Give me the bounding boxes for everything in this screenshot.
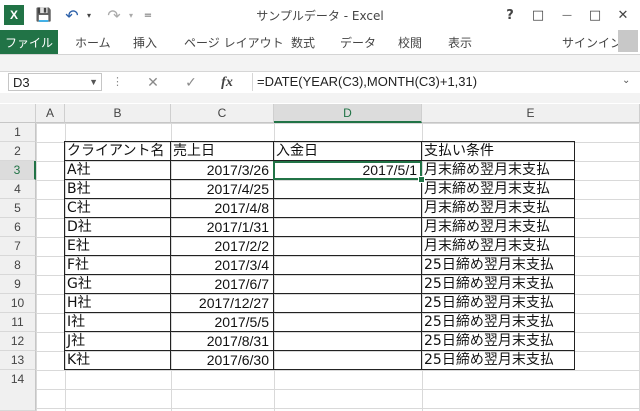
formula-bar: D3 ▼ ⋮ ✕ ✓ fx =DATE(YEAR(C3),MONTH(C3)+1… xyxy=(0,71,640,95)
cancel-entry-button[interactable]: ✕ xyxy=(142,74,164,92)
cell-terms[interactable]: 月末締め翌月末支払 xyxy=(421,179,575,199)
tab-view[interactable]: 表示 xyxy=(448,30,472,54)
cell-terms[interactable]: 月末締め翌月末支払 xyxy=(421,236,575,256)
formula-bar-resize-handle[interactable]: ⋮ xyxy=(112,75,123,88)
cell-sales-date[interactable]: 2017/4/8 xyxy=(170,198,274,218)
cell-payment-date[interactable] xyxy=(273,236,422,256)
cell-sales-date[interactable]: 2017/6/30 xyxy=(170,350,274,370)
cell-client[interactable]: J社 xyxy=(64,331,171,351)
cell-sales-date[interactable]: 2017/8/31 xyxy=(170,331,274,351)
row-header-9[interactable]: 9 xyxy=(0,275,36,294)
cell-sales-date[interactable]: 2017/1/31 xyxy=(170,217,274,237)
cell-terms[interactable]: 月末締め翌月末支払 xyxy=(421,198,575,218)
cell-payment-date[interactable] xyxy=(273,198,422,218)
formula-input[interactable]: =DATE(YEAR(C3),MONTH(C3)+1,31) xyxy=(252,73,617,91)
tab-home[interactable]: ホーム xyxy=(75,30,111,54)
cell-payment-date[interactable] xyxy=(273,312,422,332)
cell-terms[interactable]: 月末締め翌月末支払 xyxy=(421,160,575,180)
cell-client[interactable]: A社 xyxy=(64,160,171,180)
cell-client[interactable]: H社 xyxy=(64,293,171,313)
cell-client[interactable]: G社 xyxy=(64,274,171,294)
row-header-1[interactable]: 1 xyxy=(0,123,36,142)
title-bar: X 💾 ↶ ▾ ↷ ▾ = サンプルデータ - Excel ? □ — □ ✕ xyxy=(0,0,640,30)
cell-payment-date[interactable] xyxy=(273,255,422,275)
cell-client[interactable]: E社 xyxy=(64,236,171,256)
maximize-icon[interactable]: □ xyxy=(584,4,606,26)
row-header-8[interactable]: 8 xyxy=(0,256,36,275)
chevron-down-icon[interactable]: ▼ xyxy=(89,74,98,91)
cell-sales-date[interactable]: 2017/3/26 xyxy=(170,160,274,180)
cell-payment-date[interactable] xyxy=(273,217,422,237)
cell-client[interactable]: B社 xyxy=(64,179,171,199)
cell-terms[interactable]: 25日締め翌月末支払 xyxy=(421,293,575,313)
insert-function-button[interactable]: fx xyxy=(216,74,238,92)
expand-formula-bar-icon[interactable]: ⌄ xyxy=(622,75,630,86)
row-header-3[interactable]: 3 xyxy=(0,161,36,180)
table-header-payment-date[interactable]: 入金日 xyxy=(273,141,422,161)
confirm-entry-button[interactable]: ✓ xyxy=(180,74,202,92)
close-icon[interactable]: ✕ xyxy=(612,4,634,26)
formula-bar-spacer xyxy=(0,93,640,103)
help-icon[interactable]: ? xyxy=(500,4,520,26)
cell-client[interactable]: C社 xyxy=(64,198,171,218)
row-header-6[interactable]: 6 xyxy=(0,218,36,237)
tab-formulas[interactable]: 数式 xyxy=(291,30,315,54)
row-header-13[interactable]: 13 xyxy=(0,351,36,370)
cell-terms[interactable]: 25日締め翌月末支払 xyxy=(421,274,575,294)
cell-payment-date[interactable] xyxy=(273,179,422,199)
cell-sales-date[interactable]: 2017/3/4 xyxy=(170,255,274,275)
row-header-12[interactable]: 12 xyxy=(0,332,36,351)
tab-data[interactable]: データ xyxy=(340,30,376,54)
cell-sales-date[interactable]: 2017/6/7 xyxy=(170,274,274,294)
name-box[interactable]: D3 ▼ xyxy=(8,73,102,91)
column-header-d[interactable]: D xyxy=(274,104,422,123)
cell-terms[interactable]: 25日締め翌月末支払 xyxy=(421,331,575,351)
name-box-value: D3 xyxy=(13,75,30,90)
cell-payment-date[interactable] xyxy=(273,331,422,351)
row-header-5[interactable]: 5 xyxy=(0,199,36,218)
cell-terms[interactable]: 月末締め翌月末支払 xyxy=(421,217,575,237)
cell-payment-date[interactable] xyxy=(273,274,422,294)
ribbon-display-options-icon[interactable]: □ xyxy=(528,4,548,26)
active-cell-selection[interactable] xyxy=(273,161,422,180)
fill-handle[interactable] xyxy=(418,176,425,183)
cell-terms[interactable]: 25日締め翌月末支払 xyxy=(421,350,575,370)
row-header-10[interactable]: 10 xyxy=(0,294,36,313)
cell-client[interactable]: I社 xyxy=(64,312,171,332)
row-header-7[interactable]: 7 xyxy=(0,237,36,256)
signin-link[interactable]: サインイン xyxy=(562,30,622,54)
cell-payment-date[interactable] xyxy=(273,350,422,370)
minimize-icon[interactable]: — xyxy=(556,4,578,26)
tab-file[interactable]: ファイル xyxy=(0,30,58,54)
cell-sales-date[interactable]: 2017/12/27 xyxy=(170,293,274,313)
tab-page-layout[interactable]: ページ レイアウト xyxy=(184,30,284,54)
row-header-2[interactable]: 2 xyxy=(0,142,36,161)
row-header-11[interactable]: 11 xyxy=(0,313,36,332)
cell-terms[interactable]: 25日締め翌月末支払 xyxy=(421,312,575,332)
ribbon-tabs: ファイル ホーム 挿入 ページ レイアウト 数式 データ 校閲 表示 サインイン xyxy=(0,30,640,55)
cell-sales-date[interactable]: 2017/2/2 xyxy=(170,236,274,256)
select-all-button[interactable] xyxy=(0,104,36,123)
cell-payment-date[interactable] xyxy=(273,293,422,313)
avatar[interactable] xyxy=(618,30,638,52)
column-header-c[interactable]: C xyxy=(171,104,274,123)
table-header-sales-date[interactable]: 売上日 xyxy=(170,141,274,161)
cell-sales-date[interactable]: 2017/4/25 xyxy=(170,179,274,199)
cell-sales-date[interactable]: 2017/5/5 xyxy=(170,312,274,332)
table-header-terms[interactable]: 支払い条件 xyxy=(421,141,575,161)
column-header-e[interactable]: E xyxy=(422,104,640,123)
column-header-b[interactable]: B xyxy=(65,104,171,123)
cell-terms[interactable]: 25日締め翌月末支払 xyxy=(421,255,575,275)
cell-client[interactable]: K社 xyxy=(64,350,171,370)
tab-insert[interactable]: 挿入 xyxy=(133,30,157,54)
row-header-14[interactable]: 14 xyxy=(0,370,36,411)
table-header-client[interactable]: クライアント名 xyxy=(64,141,171,161)
cell-client[interactable]: D社 xyxy=(64,217,171,237)
tab-review[interactable]: 校閲 xyxy=(398,30,422,54)
row-header-4[interactable]: 4 xyxy=(0,180,36,199)
column-header-a[interactable]: A xyxy=(36,104,65,123)
collapsed-ribbon-area xyxy=(0,55,640,71)
cell-client[interactable]: F社 xyxy=(64,255,171,275)
